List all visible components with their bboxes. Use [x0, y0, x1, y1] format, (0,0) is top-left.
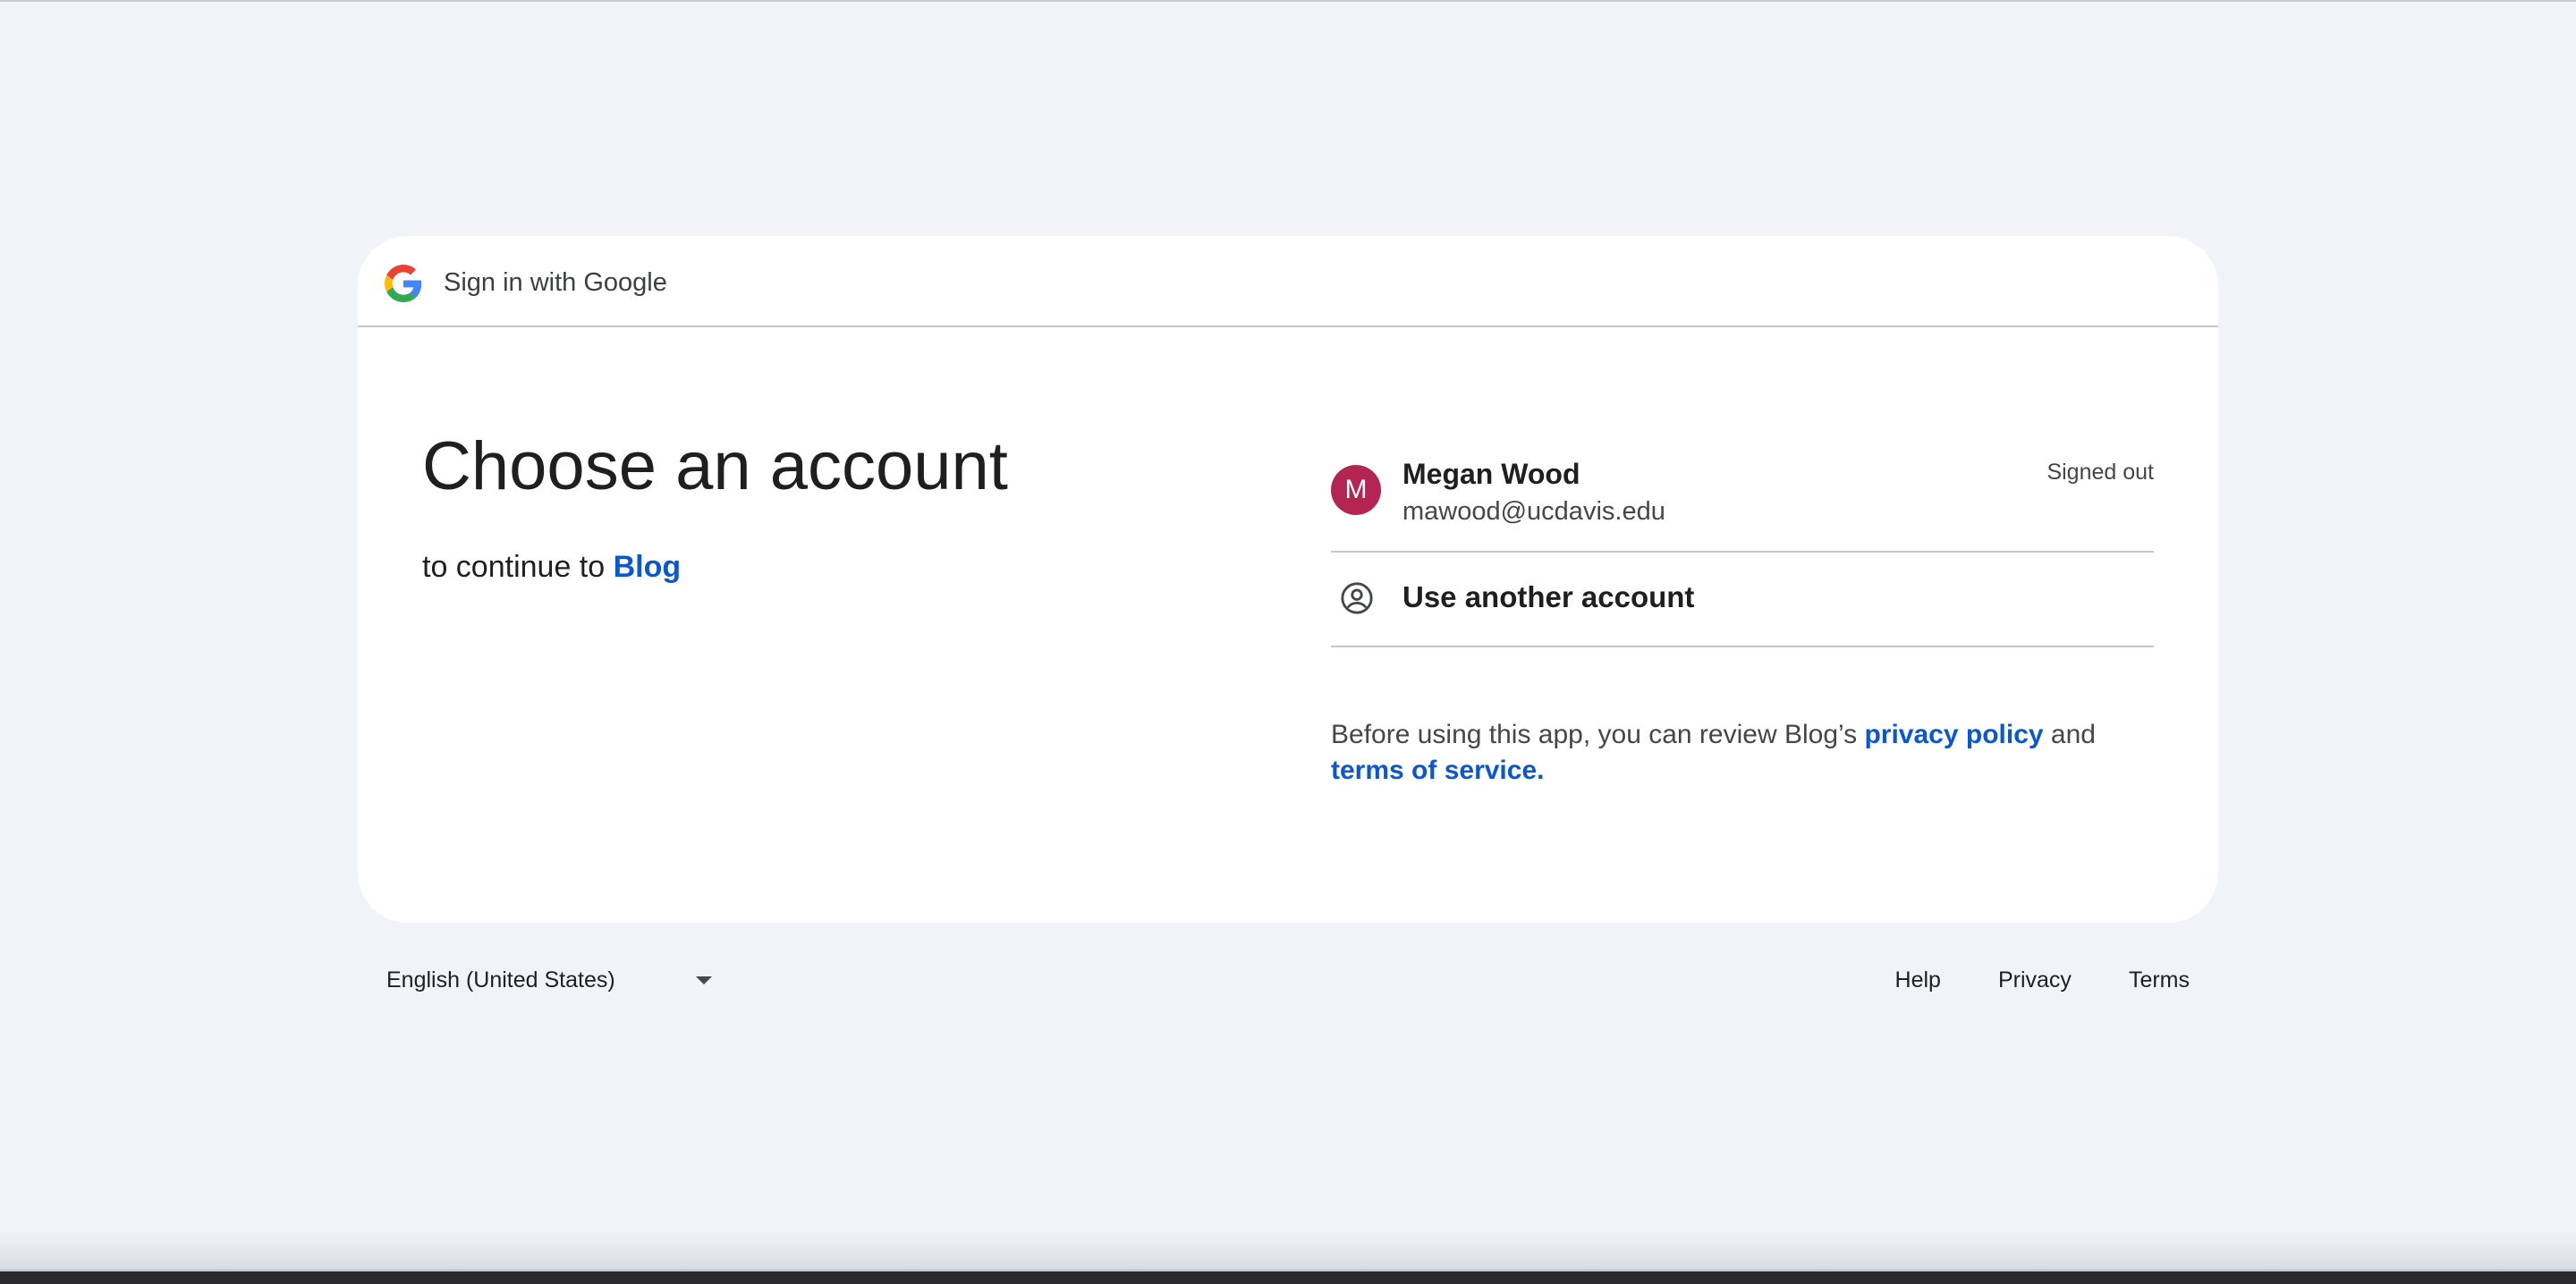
footer-links: Help Privacy Terms: [1895, 962, 2190, 998]
sign-in-card: Sign in with Google Choose an account to…: [358, 236, 2218, 923]
account-circle-icon: [1341, 582, 1373, 614]
account-chooser: M Megan Wood mawood@ucdavis.edu Signed o…: [1331, 431, 2154, 789]
terms-link[interactable]: Terms: [2129, 962, 2190, 998]
account-name: Megan Wood: [1402, 458, 1580, 490]
privacy-link[interactable]: Privacy: [1998, 962, 2072, 998]
help-link[interactable]: Help: [1895, 962, 1941, 998]
app-name-link[interactable]: Blog: [614, 550, 682, 584]
avatar: M: [1331, 465, 1381, 515]
use-another-account-button[interactable]: Use another account: [1331, 553, 2154, 647]
subheading-prefix: to continue to: [422, 550, 606, 584]
footer: English (United States) Help Privacy Ter…: [358, 959, 2218, 1003]
page-title: Choose an account: [422, 428, 1008, 504]
disclaimer-text: Before using this app, you can review Bl…: [1331, 717, 2172, 789]
disclaimer-suffix: .: [1537, 756, 1545, 785]
dock-edge: [0, 1271, 2576, 1284]
terms-of-service-link[interactable]: terms of service: [1331, 756, 1537, 785]
privacy-policy-link[interactable]: privacy policy: [1864, 720, 2043, 749]
card-header: Sign in with Google: [358, 236, 2218, 327]
subheading: to continue to Blog: [422, 547, 1008, 587]
language-label: English (United States): [386, 967, 615, 993]
disclaimer-prefix: Before using this app, you can review Bl…: [1331, 720, 1858, 749]
account-email: mawood@ucdavis.edu: [1402, 497, 1665, 526]
caret-down-icon: [696, 976, 712, 984]
header-title: Sign in with Google: [444, 268, 667, 297]
account-row-megan-wood[interactable]: M Megan Wood mawood@ucdavis.edu Signed o…: [1331, 431, 2154, 553]
account-status: Signed out: [2046, 460, 2154, 485]
language-select[interactable]: English (United States): [386, 959, 712, 1003]
window-top-edge: [0, 0, 2576, 2]
disclaimer-middle: and: [2050, 720, 2096, 749]
use-another-account-label: Use another account: [1402, 580, 1695, 613]
intro-section: Choose an account to continue to Blog: [422, 424, 1008, 587]
google-g-icon: [385, 265, 422, 302]
